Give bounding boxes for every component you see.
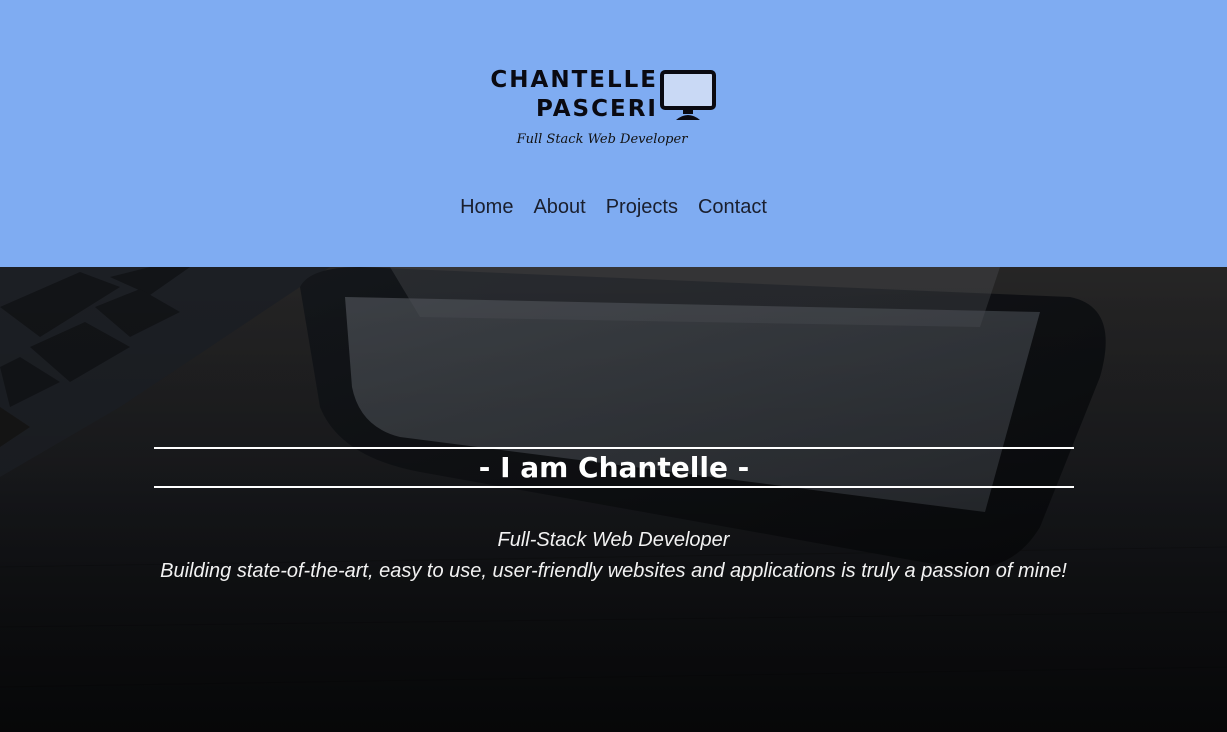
main-nav: Home About Projects Contact [0, 193, 1227, 221]
nav-home[interactable]: Home [450, 193, 523, 221]
logo-tagline: Full Stack Web Developer [516, 132, 688, 147]
hero-title: - I am Chantelle - [478, 451, 750, 484]
hero-subtitle: Full-Stack Web Developer [497, 529, 730, 551]
nav-about[interactable]: About [523, 193, 595, 221]
site-header: CHANTELLE PASCERI Full Stack Web Develop… [0, 0, 1227, 267]
logo-name-line2: PASCERI [536, 96, 658, 122]
hero-title-top-rule [154, 447, 1074, 449]
hero-description: Building state-of-the-art, easy to use, … [160, 560, 1067, 582]
nav-projects[interactable]: Projects [596, 193, 688, 221]
logo-name-line1: CHANTELLE [490, 67, 658, 93]
logo-name: CHANTELLE PASCERI [490, 66, 658, 124]
hero-background-image [0, 267, 1227, 732]
hero-section: - I am Chantelle - Full-Stack Web Develo… [0, 267, 1227, 732]
site-logo[interactable]: CHANTELLE PASCERI Full Stack Web Develop… [470, 66, 730, 156]
monitor-icon [660, 70, 716, 120]
hero-title-bottom-rule [154, 486, 1074, 488]
nav-contact[interactable]: Contact [688, 193, 777, 221]
